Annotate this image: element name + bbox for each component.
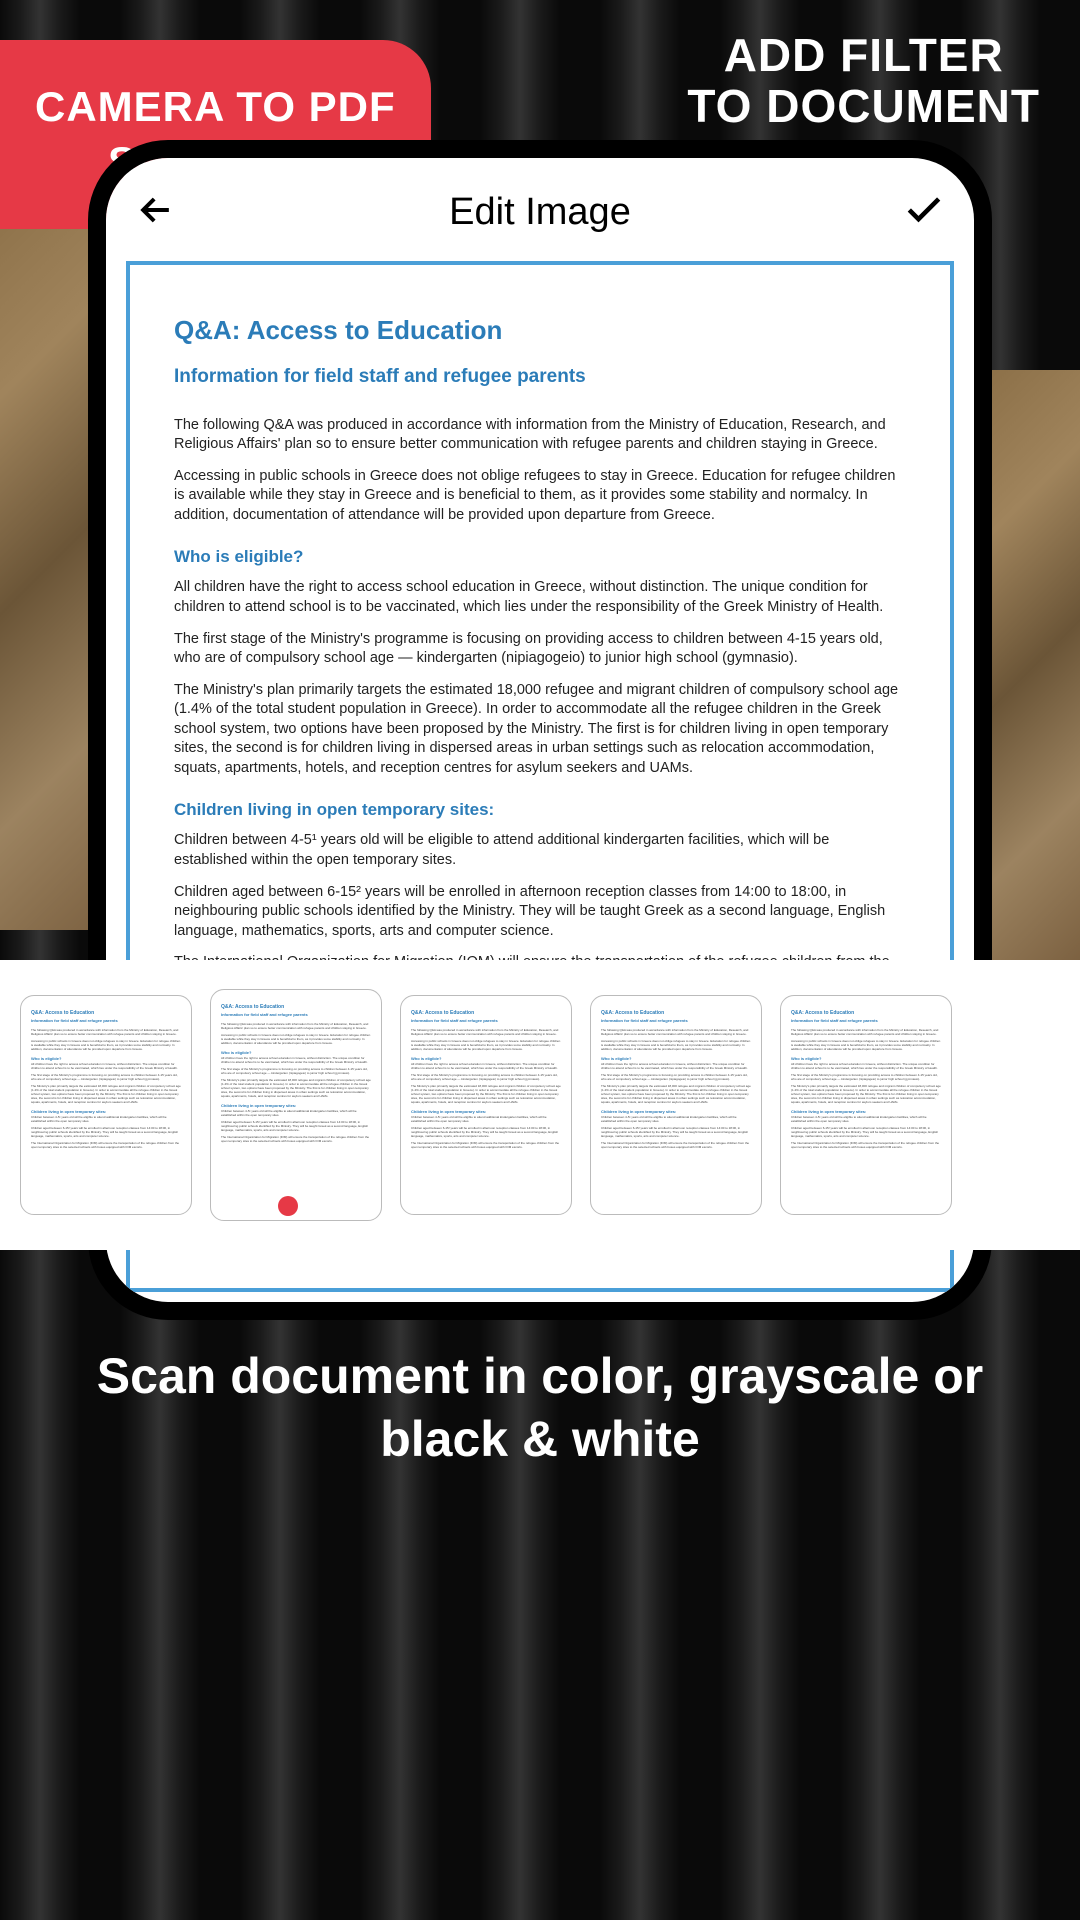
background-wood-right (980, 370, 1080, 970)
doc-paragraph: All children have the right to access sc… (174, 578, 906, 617)
caption-line: Scan document in color, grayscale or (60, 1345, 1020, 1408)
filter-thumbnail[interactable]: Q&A: Access to Education Information for… (400, 995, 572, 1215)
promo-badge-white: ADD FILTER TO DOCUMENT (687, 30, 1040, 131)
doc-paragraph: Children between 4-5¹ years old will be … (174, 831, 906, 870)
promo-line: ADD FILTER (687, 30, 1040, 81)
filter-thumbnail-strip: Q&A: Access to Education Information for… (0, 960, 1080, 1250)
selection-dot-icon (278, 1196, 298, 1216)
filter-thumbnail[interactable]: Q&A: Access to Education Information for… (20, 995, 192, 1215)
filter-thumbnail[interactable]: Q&A: Access to Education Information for… (590, 995, 762, 1215)
topbar: Edit Image (106, 158, 974, 251)
doc-heading-3: Who is eligible? (174, 546, 906, 569)
back-icon[interactable] (134, 188, 178, 237)
doc-heading-2: Information for field staff and refugee … (174, 364, 906, 390)
caption-line: black & white (60, 1408, 1020, 1471)
bottom-caption: Scan document in color, grayscale or bla… (0, 1345, 1080, 1470)
doc-paragraph: The following Q&A was produced in accord… (174, 416, 906, 455)
doc-paragraph: The Ministry's plan primarily targets th… (174, 681, 906, 779)
doc-heading-1: Q&A: Access to Education (174, 313, 906, 348)
promo-line: TO DOCUMENT (687, 81, 1040, 132)
filter-thumbnail[interactable]: Q&A: Access to Education Information for… (780, 995, 952, 1215)
page-title: Edit Image (449, 191, 631, 234)
filter-thumbnail-selected[interactable]: Q&A: Access to Education Information for… (210, 989, 382, 1221)
promo-line: CAMERA TO PDF (35, 80, 396, 135)
doc-paragraph: Children aged between 6-15² years will b… (174, 883, 906, 942)
doc-paragraph: The first stage of the Ministry's progra… (174, 630, 906, 669)
confirm-icon[interactable] (902, 188, 946, 237)
doc-heading-3: Children living in open temporary sites: (174, 799, 906, 822)
doc-paragraph: Accessing in public schools in Greece do… (174, 467, 906, 526)
